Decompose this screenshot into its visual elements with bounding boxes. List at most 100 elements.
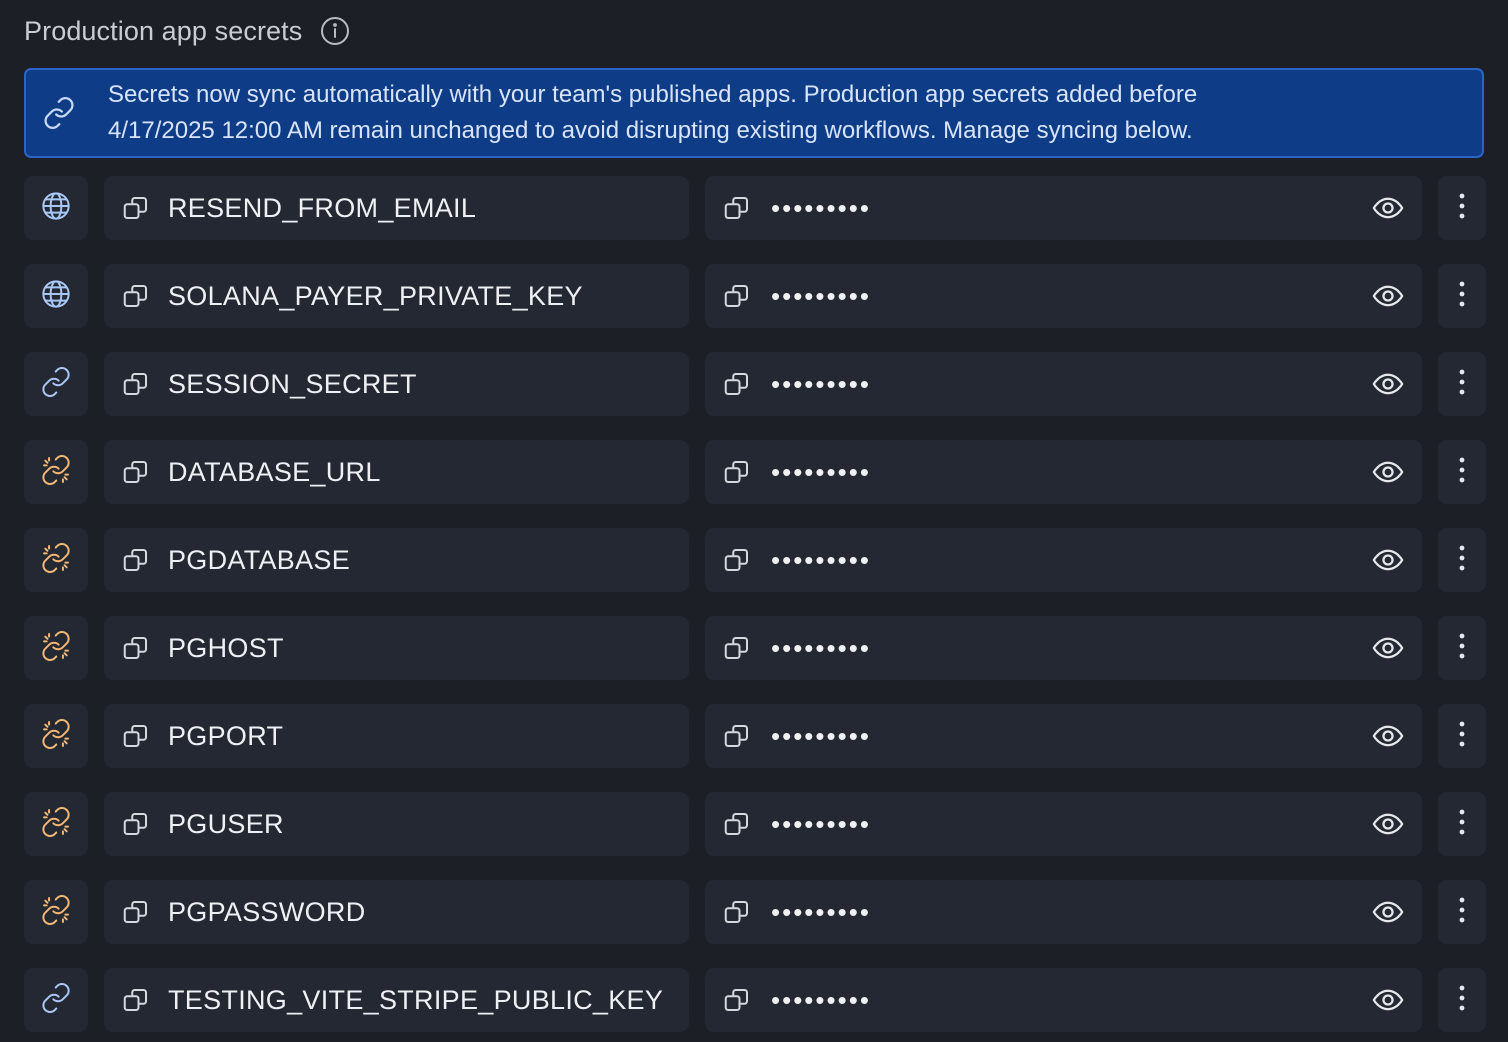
eye-icon[interactable] — [1368, 540, 1408, 580]
more-options-button[interactable] — [1438, 264, 1486, 328]
secret-value-field[interactable]: ••••••••• — [705, 792, 1422, 856]
secret-key-field[interactable]: DATABASE_URL — [104, 440, 689, 504]
secret-key-field[interactable]: PGHOST — [104, 616, 689, 680]
more-options-button[interactable] — [1438, 176, 1486, 240]
copy-key-icon[interactable] — [120, 456, 152, 488]
more-vertical-icon — [1458, 456, 1466, 489]
eye-icon[interactable] — [1368, 716, 1408, 756]
secret-row-pgdatabase: PGDATABASE ••••••••• — [24, 528, 1486, 592]
secret-value-field[interactable]: ••••••••• — [705, 352, 1422, 416]
more-options-button[interactable] — [1438, 704, 1486, 768]
more-options-button[interactable] — [1438, 440, 1486, 504]
more-options-button[interactable] — [1438, 968, 1486, 1032]
secret-key-name: SOLANA_PAYER_PRIVATE_KEY — [168, 280, 583, 311]
secret-value-masked: ••••••••• — [771, 544, 871, 575]
secrets-panel: Production app secrets Secrets now sync … — [0, 0, 1508, 1042]
secret-key-name: PGDATABASE — [168, 544, 351, 575]
copy-key-icon[interactable] — [120, 808, 152, 840]
secret-key-name: TESTING_VITE_STRIPE_PUBLIC_KEY — [168, 984, 664, 1015]
secret-value-field[interactable]: ••••••••• — [705, 528, 1422, 592]
secret-value-field[interactable]: ••••••••• — [705, 968, 1422, 1032]
copy-value-icon[interactable] — [721, 456, 753, 488]
sync-status-button[interactable] — [24, 792, 88, 856]
banner-text: Secrets now sync automatically with your… — [108, 77, 1197, 149]
copy-value-icon[interactable] — [721, 192, 753, 224]
secret-value-masked: ••••••••• — [771, 368, 871, 399]
eye-icon[interactable] — [1368, 892, 1408, 932]
secret-row-session-secret: SESSION_SECRET ••••••••• — [24, 352, 1486, 416]
secret-key-name: PGPASSWORD — [168, 896, 366, 927]
sync-status-button[interactable] — [24, 616, 88, 680]
sync-status-button[interactable] — [24, 176, 88, 240]
link-icon — [40, 982, 72, 1019]
copy-value-icon[interactable] — [721, 544, 753, 576]
secrets-list: RESEND_FROM_EMAIL ••••••••• SOLANA_PAYER… — [24, 176, 1486, 1042]
sync-status-button[interactable] — [24, 968, 88, 1032]
more-options-button[interactable] — [1438, 792, 1486, 856]
secret-value-field[interactable]: ••••••••• — [705, 880, 1422, 944]
secret-value-masked: ••••••••• — [771, 280, 871, 311]
copy-key-icon[interactable] — [120, 896, 152, 928]
secret-key-field[interactable]: TESTING_VITE_STRIPE_PUBLIC_KEY — [104, 968, 689, 1032]
secret-value-masked: ••••••••• — [771, 632, 871, 663]
secret-key-field[interactable]: PGDATABASE — [104, 528, 689, 592]
secret-key-field[interactable]: SOLANA_PAYER_PRIVATE_KEY — [104, 264, 689, 328]
secret-value-field[interactable]: ••••••••• — [705, 264, 1422, 328]
sync-status-button[interactable] — [24, 352, 88, 416]
more-vertical-icon — [1458, 280, 1466, 313]
globe-icon — [40, 190, 72, 227]
copy-value-icon[interactable] — [721, 368, 753, 400]
secret-row-testing-vite-stripe-public-key: TESTING_VITE_STRIPE_PUBLIC_KEY ••••••••• — [24, 968, 1486, 1032]
secret-value-field[interactable]: ••••••••• — [705, 704, 1422, 768]
secret-key-field[interactable]: SESSION_SECRET — [104, 352, 689, 416]
secret-key-field[interactable]: PGUSER — [104, 792, 689, 856]
secret-value-masked: ••••••••• — [771, 984, 871, 1015]
eye-icon[interactable] — [1368, 364, 1408, 404]
eye-icon[interactable] — [1368, 804, 1408, 844]
copy-key-icon[interactable] — [120, 192, 152, 224]
more-options-button[interactable] — [1438, 528, 1486, 592]
secret-value-field[interactable]: ••••••••• — [705, 176, 1422, 240]
eye-icon[interactable] — [1368, 188, 1408, 228]
secret-key-field[interactable]: PGPASSWORD — [104, 880, 689, 944]
more-options-button[interactable] — [1438, 880, 1486, 944]
sync-status-button[interactable] — [24, 704, 88, 768]
globe-icon — [40, 278, 72, 315]
sync-status-button[interactable] — [24, 880, 88, 944]
secret-key-field[interactable]: PGPORT — [104, 704, 689, 768]
more-options-button[interactable] — [1438, 616, 1486, 680]
sync-status-button[interactable] — [24, 528, 88, 592]
info-icon[interactable] — [320, 16, 350, 46]
eye-icon[interactable] — [1368, 276, 1408, 316]
secret-value-field[interactable]: ••••••••• — [705, 616, 1422, 680]
more-options-button[interactable] — [1438, 352, 1486, 416]
copy-key-icon[interactable] — [120, 544, 152, 576]
secret-key-name: PGUSER — [168, 808, 284, 839]
unlink-icon — [40, 718, 72, 755]
more-vertical-icon — [1458, 720, 1466, 753]
copy-key-icon[interactable] — [120, 632, 152, 664]
copy-value-icon[interactable] — [721, 896, 753, 928]
sync-status-button[interactable] — [24, 264, 88, 328]
eye-icon[interactable] — [1368, 452, 1408, 492]
copy-value-icon[interactable] — [721, 720, 753, 752]
sync-info-banner: Secrets now sync automatically with your… — [24, 68, 1484, 158]
copy-key-icon[interactable] — [120, 984, 152, 1016]
secret-key-field[interactable]: RESEND_FROM_EMAIL — [104, 176, 689, 240]
copy-value-icon[interactable] — [721, 632, 753, 664]
copy-key-icon[interactable] — [120, 368, 152, 400]
copy-value-icon[interactable] — [721, 984, 753, 1016]
secret-key-name: SESSION_SECRET — [168, 368, 417, 399]
eye-icon[interactable] — [1368, 628, 1408, 668]
copy-value-icon[interactable] — [721, 280, 753, 312]
secret-value-field[interactable]: ••••••••• — [705, 440, 1422, 504]
secret-value-masked: ••••••••• — [771, 896, 871, 927]
copy-key-icon[interactable] — [120, 720, 152, 752]
secret-row-resend-from-email: RESEND_FROM_EMAIL ••••••••• — [24, 176, 1486, 240]
banner-line-1: Secrets now sync automatically with your… — [108, 81, 1198, 108]
copy-key-icon[interactable] — [120, 280, 152, 312]
sync-status-button[interactable] — [24, 440, 88, 504]
secret-key-name: RESEND_FROM_EMAIL — [168, 192, 477, 223]
eye-icon[interactable] — [1368, 980, 1408, 1020]
copy-value-icon[interactable] — [721, 808, 753, 840]
